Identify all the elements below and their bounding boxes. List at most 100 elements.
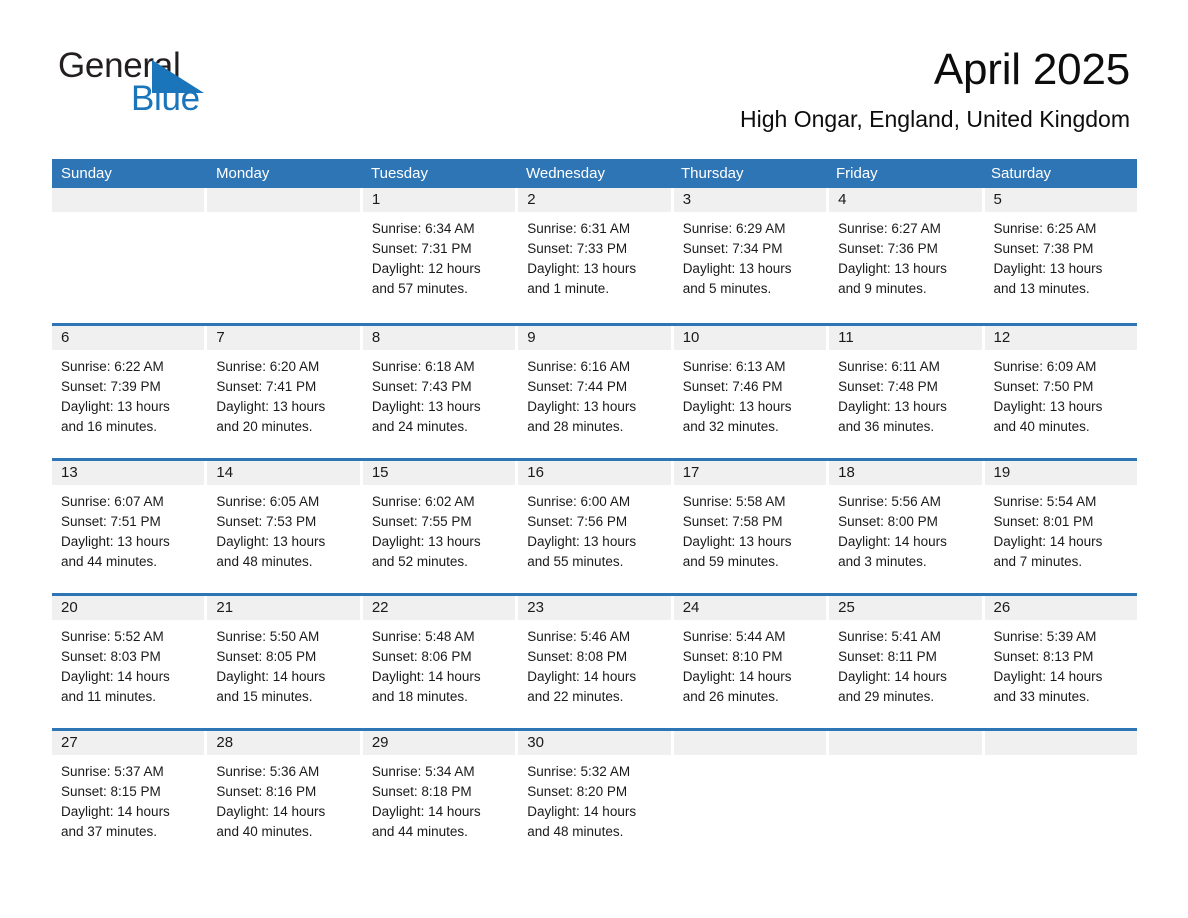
day-cell[interactable]: 8 Sunrise: 6:18 AM Sunset: 7:43 PM Daylight… (362, 326, 519, 458)
sunset-text: Sunset: 7:50 PM (993, 379, 1094, 394)
brand-logo[interactable]: General Blue (58, 47, 318, 118)
day-number: 10 (673, 326, 827, 350)
sunset-text: Sunset: 7:55 PM (371, 514, 472, 529)
day-number: 16 (518, 461, 671, 485)
day-cell[interactable]: 3 Sunrise: 6:29 AM Sunset: 7:34 PM Daylight… (673, 188, 830, 323)
sunrise-text: Sunrise: 5:37 AM (61, 764, 164, 779)
day-cell[interactable]: 18 Sunrise: 5:56 AM Sunset: 8:00 PM Dayligh… (829, 461, 985, 593)
day-cell[interactable]: 30 Sunrise: 5:32 AM Sunset: 8:20 PM Dayligh… (518, 731, 674, 863)
daylight-text-line1: Daylight: 13 hours (993, 399, 1103, 414)
day-cell[interactable]: 5 Sunrise: 6:25 AM Sunset: 7:38 PM Daylight… (984, 188, 1137, 323)
day-cell[interactable]: 26 Sunrise: 5:39 AM Sunset: 8:13 PM Dayligh… (984, 596, 1137, 728)
week-row: 20 Sunrise: 5:52 AM Sunset: 8:03 PM Dayligh… (52, 593, 1137, 728)
day-cell[interactable]: 29 Sunrise: 5:34 AM Sunset: 8:18 PM Dayligh… (362, 731, 519, 863)
day-cell[interactable]: 23 Sunrise: 5:46 AM Sunset: 8:08 PM Dayligh… (518, 596, 674, 728)
day-cell-empty (984, 731, 1137, 863)
daylight-text-line1: Daylight: 14 hours (527, 804, 637, 819)
sunrise-text: Sunrise: 6:07 AM (61, 494, 164, 509)
daylight-text-line2: and 40 minutes. (993, 419, 1090, 434)
week-row: 6 Sunrise: 6:22 AM Sunset: 7:39 PM Daylight… (52, 323, 1137, 458)
daylight-text-line2: and 18 minutes. (371, 689, 468, 704)
sunrise-text: Sunrise: 5:44 AM (682, 629, 786, 644)
daylight-text-line1: Daylight: 14 hours (371, 804, 481, 819)
day-cell[interactable]: 4 Sunrise: 6:27 AM Sunset: 7:36 PM Daylight… (829, 188, 985, 323)
sunrise-text: Sunrise: 5:36 AM (216, 764, 320, 779)
day-number: 13 (52, 461, 205, 485)
day-cell[interactable]: 14 Sunrise: 6:05 AM Sunset: 7:53 PM Dayligh… (207, 461, 363, 593)
sunset-text: Sunset: 8:18 PM (371, 784, 472, 799)
daylight-text-line2: and 52 minutes. (371, 554, 468, 569)
day-info: Sunrise: 6:13 AM Sunset: 7:46 PM Daylight:… (674, 350, 826, 437)
daylight-text-line2: and 28 minutes. (527, 419, 624, 434)
sunrise-text: Sunrise: 6:27 AM (838, 221, 941, 236)
day-number: 1 (362, 188, 516, 212)
daylight-text-line1: Daylight: 13 hours (527, 399, 637, 414)
day-cell[interactable]: 22 Sunrise: 5:48 AM Sunset: 8:06 PM Dayligh… (362, 596, 519, 728)
day-cell[interactable]: 13 Sunrise: 6:07 AM Sunset: 7:51 PM Dayligh… (52, 461, 208, 593)
sunset-text: Sunset: 8:00 PM (838, 514, 938, 529)
daylight-text-line2: and 7 minutes. (993, 554, 1083, 569)
day-cell[interactable]: 19 Sunrise: 5:54 AM Sunset: 8:01 PM Dayligh… (984, 461, 1137, 593)
day-info: Sunrise: 6:18 AM Sunset: 7:43 PM Daylight:… (363, 350, 515, 437)
day-cell[interactable]: 21 Sunrise: 5:50 AM Sunset: 8:05 PM Dayligh… (207, 596, 363, 728)
daylight-text-line2: and 36 minutes. (838, 419, 935, 434)
day-cell[interactable]: 27 Sunrise: 5:37 AM Sunset: 8:15 PM Dayligh… (52, 731, 208, 863)
sunrise-text: Sunrise: 5:54 AM (993, 494, 1097, 509)
sunrise-text: Sunrise: 5:52 AM (61, 629, 164, 644)
sunset-text: Sunset: 8:10 PM (682, 649, 783, 664)
day-cell[interactable]: 24 Sunrise: 5:44 AM Sunset: 8:10 PM Dayligh… (673, 596, 830, 728)
sunrise-text: Sunrise: 6:16 AM (527, 359, 631, 374)
day-cell[interactable]: 11 Sunrise: 6:11 AM Sunset: 7:48 PM Dayligh… (829, 326, 985, 458)
day-number: 25 (829, 596, 982, 620)
day-cell[interactable]: 12 Sunrise: 6:09 AM Sunset: 7:50 PM Dayligh… (984, 326, 1137, 458)
sunrise-text: Sunrise: 6:13 AM (682, 359, 786, 374)
sunrise-text: Sunrise: 6:20 AM (216, 359, 320, 374)
day-cell[interactable]: 9 Sunrise: 6:16 AM Sunset: 7:44 PM Daylight… (518, 326, 674, 458)
day-number (673, 731, 827, 755)
daylight-text-line2: and 40 minutes. (216, 824, 313, 839)
sunrise-text: Sunrise: 6:31 AM (527, 221, 631, 236)
day-info: Sunrise: 6:00 AM Sunset: 7:56 PM Daylight:… (518, 485, 670, 572)
daylight-text-line2: and 16 minutes. (61, 419, 158, 434)
daylight-text-line2: and 3 minutes. (838, 554, 927, 569)
day-number: 22 (362, 596, 516, 620)
day-cell[interactable]: 15 Sunrise: 6:02 AM Sunset: 7:55 PM Dayligh… (362, 461, 519, 593)
sunset-text: Sunset: 8:15 PM (61, 784, 161, 799)
day-info: Sunrise: 5:50 AM Sunset: 8:05 PM Daylight:… (207, 620, 359, 707)
sunrise-text: Sunrise: 6:29 AM (682, 221, 786, 236)
sunset-text: Sunset: 7:48 PM (838, 379, 938, 394)
day-cell[interactable]: 10 Sunrise: 6:13 AM Sunset: 7:46 PM Dayligh… (673, 326, 830, 458)
daylight-text-line1: Daylight: 14 hours (61, 804, 170, 819)
sunset-text: Sunset: 7:44 PM (527, 379, 628, 394)
daylight-text-line1: Daylight: 14 hours (216, 804, 326, 819)
day-cell[interactable]: 1 Sunrise: 6:34 AM Sunset: 7:31 PM Daylight… (362, 188, 519, 323)
day-cell[interactable]: 17 Sunrise: 5:58 AM Sunset: 7:58 PM Dayligh… (673, 461, 830, 593)
daylight-text-line1: Daylight: 13 hours (216, 399, 326, 414)
daylight-text-line2: and 59 minutes. (682, 554, 779, 569)
weekday-header-tuesday: Tuesday (371, 165, 428, 182)
day-cell-empty (829, 731, 985, 863)
daylight-text-line1: Daylight: 12 hours (371, 261, 481, 276)
day-cell[interactable]: 7 Sunrise: 6:20 AM Sunset: 7:41 PM Daylight… (207, 326, 363, 458)
day-number: 24 (673, 596, 827, 620)
day-cell[interactable]: 25 Sunrise: 5:41 AM Sunset: 8:11 PM Dayligh… (829, 596, 985, 728)
day-cell[interactable]: 28 Sunrise: 5:36 AM Sunset: 8:16 PM Dayligh… (207, 731, 363, 863)
day-info: Sunrise: 6:22 AM Sunset: 7:39 PM Daylight:… (52, 350, 204, 437)
day-cell[interactable]: 2 Sunrise: 6:31 AM Sunset: 7:33 PM Daylight… (518, 188, 674, 323)
daylight-text-line1: Daylight: 14 hours (527, 669, 637, 684)
page-subtitle: High Ongar, England, United Kingdom (740, 106, 1130, 132)
day-info: Sunrise: 5:39 AM Sunset: 8:13 PM Daylight:… (985, 620, 1137, 707)
day-cell[interactable]: 20 Sunrise: 5:52 AM Sunset: 8:03 PM Dayligh… (52, 596, 208, 728)
day-info: Sunrise: 5:34 AM Sunset: 8:18 PM Daylight:… (363, 755, 515, 842)
day-number: 17 (673, 461, 827, 485)
day-cell[interactable]: 16 Sunrise: 6:00 AM Sunset: 7:56 PM Dayligh… (518, 461, 674, 593)
day-cell[interactable]: 6 Sunrise: 6:22 AM Sunset: 7:39 PM Daylight… (52, 326, 208, 458)
daylight-text-line2: and 44 minutes. (371, 824, 468, 839)
page-header: General Blue April 2025 High Ongar, Engl… (0, 0, 1188, 132)
sunset-text: Sunset: 7:46 PM (682, 379, 783, 394)
daylight-text-line2: and 5 minutes. (682, 281, 772, 296)
sunrise-text: Sunrise: 5:50 AM (216, 629, 320, 644)
daylight-text-line1: Daylight: 13 hours (993, 261, 1103, 276)
day-number: 14 (207, 461, 360, 485)
daylight-text-line1: Daylight: 13 hours (682, 399, 792, 414)
